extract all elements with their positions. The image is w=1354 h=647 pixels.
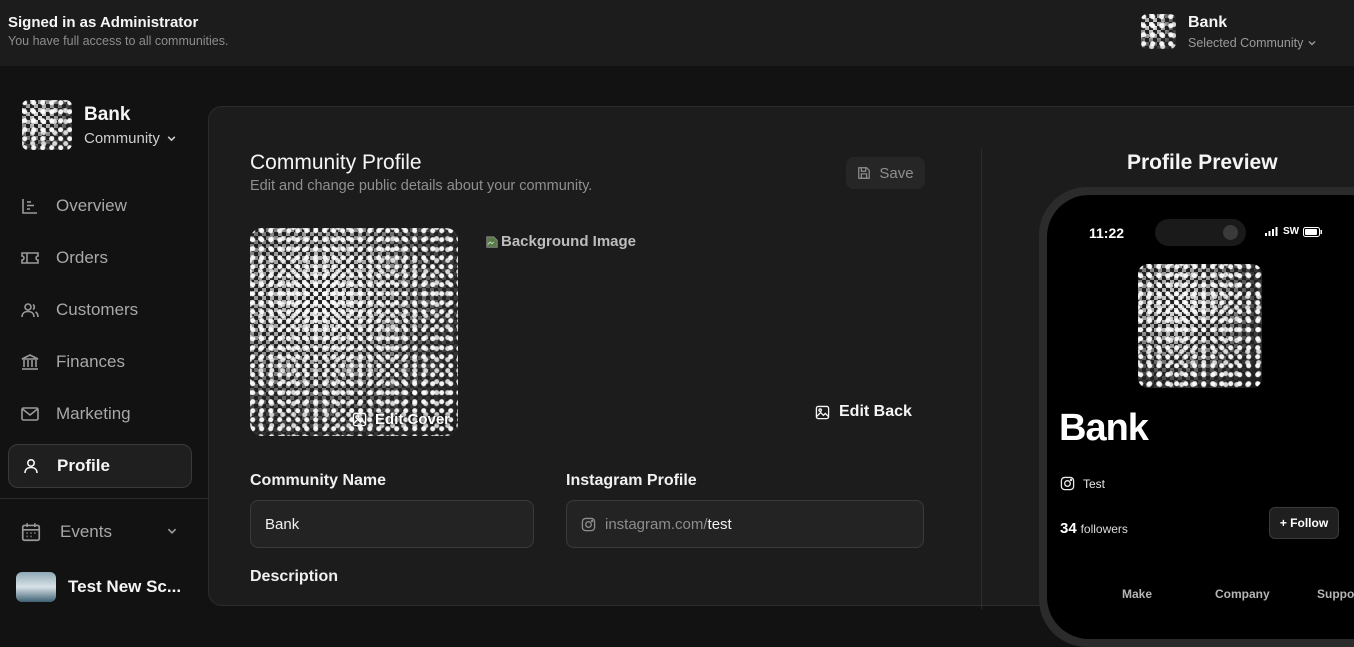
background-image: Background Image bbox=[485, 233, 636, 250]
instagram-icon bbox=[1060, 476, 1075, 491]
community-name-label: Community Name bbox=[250, 472, 387, 489]
image-icon bbox=[352, 412, 367, 427]
calendar-icon bbox=[21, 523, 41, 542]
ticket-icon bbox=[21, 252, 39, 264]
sidebar-divider bbox=[0, 498, 208, 499]
preview-community-name: Bank bbox=[1059, 407, 1149, 449]
preview-title: Profile Preview bbox=[1127, 151, 1278, 174]
instagram-prefix: instagram.com/ bbox=[605, 515, 708, 533]
page-title: Community Profile bbox=[250, 151, 422, 174]
sidebar-item-customers[interactable]: Customers bbox=[8, 288, 192, 332]
preview-instagram-handle: Test bbox=[1083, 476, 1106, 491]
sidebar-item-profile[interactable]: Profile bbox=[8, 444, 192, 488]
phone-screen: 11:22 SW Bank Test 34 followers + Follow… bbox=[1047, 195, 1354, 639]
preview-instagram[interactable]: Test bbox=[1060, 476, 1105, 491]
community-switcher-label: Selected Community bbox=[1188, 36, 1304, 50]
preview-tab[interactable]: Make bbox=[1122, 587, 1152, 601]
background-image-alt: Background Image bbox=[501, 233, 637, 250]
preview-tab[interactable]: Suppo bbox=[1317, 587, 1354, 601]
preview-tab[interactable]: Company bbox=[1215, 587, 1270, 601]
user-icon bbox=[24, 458, 38, 474]
instagram-value: test bbox=[707, 515, 732, 533]
edit-background-button[interactable]: Edit Back bbox=[815, 403, 912, 421]
carrier-label: SW bbox=[1283, 226, 1300, 237]
sidebar-community-type: Community bbox=[84, 130, 160, 147]
status-time: 11:22 bbox=[1089, 225, 1125, 241]
dynamic-island bbox=[1155, 219, 1246, 246]
community-name-value: Bank bbox=[265, 515, 300, 533]
battery-icon bbox=[1303, 226, 1323, 237]
save-label: Save bbox=[879, 164, 914, 182]
sidebar-item-label: Marketing bbox=[56, 404, 131, 423]
chevron-down-icon bbox=[1308, 41, 1316, 46]
chart-icon bbox=[22, 199, 37, 214]
edit-back-label: Edit Back bbox=[839, 403, 912, 420]
instagram-profile-input[interactable]: instagram.com/test bbox=[566, 500, 924, 548]
follow-button[interactable]: + Follow bbox=[1269, 507, 1339, 539]
instagram-icon bbox=[581, 517, 596, 531]
signed-in-title: Signed in as Administrator bbox=[8, 14, 199, 31]
sidebar-item-label: Orders bbox=[56, 248, 108, 267]
followers-count: 34 bbox=[1060, 520, 1077, 537]
sidebar-item-marketing[interactable]: Marketing bbox=[8, 392, 192, 436]
panel-divider bbox=[981, 149, 982, 609]
sidebar-item-label: Finances bbox=[56, 352, 125, 371]
sidebar-community-name: Bank bbox=[84, 104, 131, 125]
sidebar: Bank Community Overview Orders Customers… bbox=[0, 66, 208, 602]
event-name: Test New Sc... bbox=[68, 577, 182, 596]
preview-followers: 34 followers bbox=[1060, 520, 1128, 537]
chevron-down-icon bbox=[167, 136, 176, 142]
selected-community-name[interactable]: Bank bbox=[1188, 14, 1227, 32]
community-avatar[interactable] bbox=[1141, 14, 1176, 49]
mail-icon bbox=[21, 407, 39, 421]
event-thumbnail bbox=[16, 572, 56, 602]
preview-avatar bbox=[1138, 264, 1262, 388]
save-button[interactable]: Save bbox=[846, 157, 925, 189]
edit-cover-label: Edit Cover bbox=[374, 411, 450, 428]
bank-icon bbox=[21, 354, 39, 370]
sidebar-item-events[interactable]: Events bbox=[8, 510, 192, 554]
chevron-down-icon bbox=[167, 528, 177, 534]
cover-image[interactable]: Edit Cover bbox=[250, 228, 458, 436]
edit-cover-button[interactable]: Edit Cover bbox=[352, 411, 450, 428]
sidebar-item-label: Overview bbox=[56, 196, 127, 215]
sidebar-community-dropdown[interactable]: Community bbox=[84, 130, 177, 147]
instagram-profile-label: Instagram Profile bbox=[566, 472, 697, 489]
sidebar-item-label: Events bbox=[60, 522, 112, 541]
community-switcher[interactable]: Selected Community bbox=[1188, 36, 1317, 50]
save-icon bbox=[858, 167, 871, 179]
image-icon bbox=[815, 405, 830, 419]
sidebar-item-orders[interactable]: Orders bbox=[8, 236, 192, 280]
camera-icon bbox=[1223, 225, 1238, 240]
phone-preview: 11:22 SW Bank Test 34 followers + Follow… bbox=[1039, 187, 1354, 647]
profile-editor-panel: Community Profile Edit and change public… bbox=[208, 106, 1354, 647]
description-label: Description bbox=[250, 568, 339, 585]
sidebar-item-finances[interactable]: Finances bbox=[8, 340, 192, 384]
signed-in-subtitle: You have full access to all communities. bbox=[8, 34, 229, 48]
followers-label: followers bbox=[1080, 522, 1128, 536]
sidebar-event-item[interactable]: Test New Sc... bbox=[16, 572, 181, 602]
status-indicators: SW bbox=[1265, 226, 1323, 237]
sidebar-community-avatar[interactable] bbox=[22, 100, 72, 150]
sidebar-item-overview[interactable]: Overview bbox=[8, 184, 192, 228]
signal-icon bbox=[1265, 227, 1278, 236]
sidebar-item-label: Profile bbox=[57, 456, 110, 475]
sidebar-item-label: Customers bbox=[56, 300, 139, 319]
broken-image-icon bbox=[486, 235, 498, 248]
top-banner: Signed in as Administrator You have full… bbox=[0, 0, 1354, 66]
page-subtitle: Edit and change public details about you… bbox=[250, 178, 593, 194]
community-name-input[interactable]: Bank bbox=[250, 500, 534, 548]
users-icon bbox=[21, 303, 39, 318]
